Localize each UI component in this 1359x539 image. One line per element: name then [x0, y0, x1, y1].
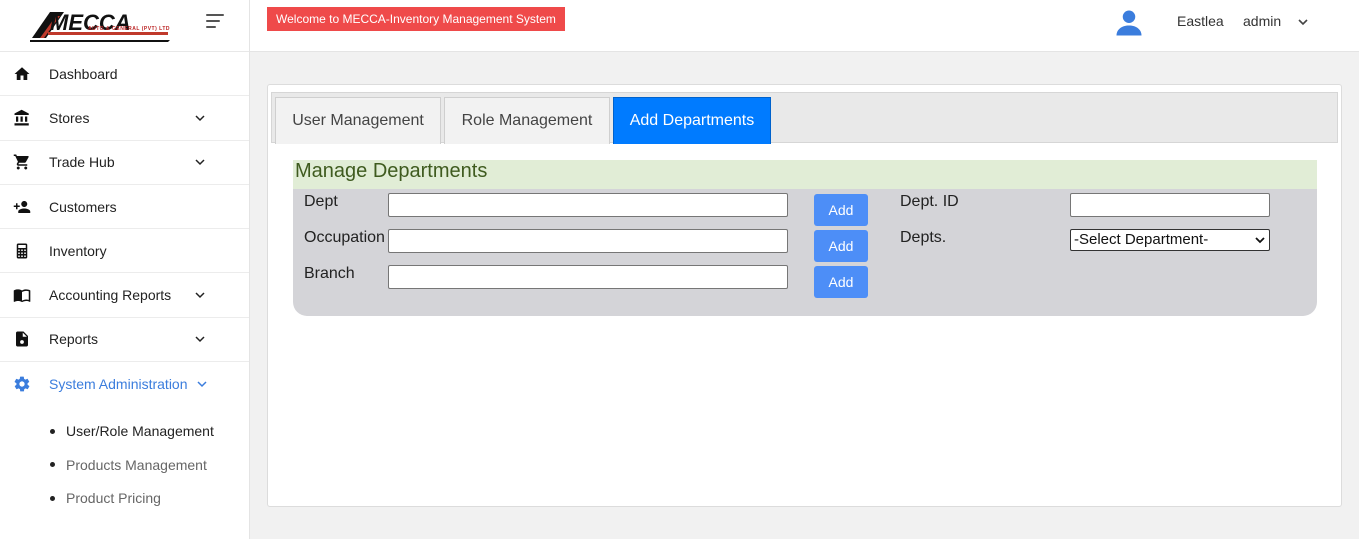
sidebar-item-label: Customers — [49, 198, 117, 215]
sidebar-item-label: Reports — [49, 331, 99, 348]
sidebar-item-stores[interactable]: Stores — [0, 96, 249, 141]
chevron-down-icon — [195, 292, 205, 299]
menu-toggle-icon[interactable] — [206, 14, 226, 34]
sidebar-item-customers[interactable]: Customers — [0, 185, 249, 230]
main-card: User Management Role Management Add Depa… — [267, 84, 1342, 507]
book-icon — [13, 289, 31, 303]
file-icon — [16, 331, 28, 347]
chevron-down-icon — [195, 159, 205, 166]
sidebar-item-dashboard[interactable]: Dashboard — [0, 52, 249, 97]
sidebar-item-trade-hub[interactable]: Trade Hub — [0, 141, 249, 185]
subitem-product-pricing[interactable]: Product Pricing — [0, 481, 249, 515]
add-dept-button[interactable]: Add — [814, 194, 868, 226]
sidebar-item-label: Accounting Reports — [49, 287, 172, 304]
welcome-banner: Welcome to MECCA-Inventory Management Sy… — [267, 7, 565, 31]
manage-departments-panel: Manage Departments Dept Add Occupation A… — [293, 160, 1317, 316]
dept-id-input[interactable] — [1070, 193, 1270, 217]
user-avatar-icon[interactable] — [1114, 8, 1144, 38]
occupation-input[interactable] — [388, 229, 788, 253]
sidebar-item-label: Dashboard — [49, 65, 118, 82]
panel-title: Manage Departments — [293, 160, 1317, 189]
sidebar-item-label: Inventory — [49, 242, 107, 259]
subitem-label: Products Management — [66, 456, 207, 473]
chevron-down-icon[interactable] — [1297, 16, 1309, 28]
sidebar-item-accounting-reports[interactable]: Accounting Reports — [0, 273, 249, 318]
depts-label: Depts. — [900, 229, 947, 246]
subitem-user-role-management[interactable]: User/Role Management — [0, 414, 249, 448]
username[interactable]: admin — [1243, 13, 1281, 29]
depts-select[interactable]: -Select Department- — [1070, 229, 1270, 251]
chevron-down-icon — [195, 115, 205, 121]
subitem-label: User/Role Management — [66, 423, 214, 440]
tab-add-departments[interactable]: Add Departments — [613, 97, 771, 144]
cart-icon — [13, 154, 29, 170]
tab-bar: User Management Role Management Add Depa… — [271, 92, 1338, 144]
sidebar-item-label: Trade Hub — [49, 154, 115, 171]
dept-id-label: Dept. ID — [900, 193, 959, 210]
branch-label: Branch — [304, 265, 355, 282]
sidebar: MECCA AUTO & GENERAL (PVT) LTD Dashboard… — [0, 0, 250, 539]
branch-input[interactable] — [388, 265, 788, 289]
chevron-down-icon — [1255, 237, 1265, 244]
dept-input[interactable] — [388, 193, 788, 217]
occupation-label: Occupation — [304, 229, 385, 246]
sidebar-item-reports[interactable]: Reports — [0, 318, 249, 363]
add-occupation-button[interactable]: Add — [814, 230, 868, 262]
mecca-logo[interactable]: MECCA — [30, 8, 170, 42]
subitem-label: Product Pricing — [66, 490, 161, 507]
sidebar-item-system-administration[interactable]: System Administration — [0, 362, 249, 406]
calculator-icon — [16, 243, 28, 259]
bullet-icon — [50, 495, 55, 501]
gear-icon — [14, 376, 30, 392]
top-bar: Welcome to MECCA-Inventory Management Sy… — [250, 0, 1359, 52]
sidebar-item-label: System Administration — [49, 376, 188, 393]
person-add-icon — [13, 200, 31, 213]
tab-role-management[interactable]: Role Management — [444, 97, 610, 144]
sidebar-item-label: Stores — [49, 109, 90, 126]
branch-name: Eastlea — [1177, 13, 1224, 29]
dept-label: Dept — [304, 193, 338, 210]
subitem-products-management[interactable]: Products Management — [0, 448, 249, 482]
system-admin-submenu: User/Role Management Products Management… — [0, 406, 249, 539]
chevron-down-icon — [197, 381, 207, 388]
home-icon — [14, 66, 30, 80]
sidebar-nav: Dashboard Stores Trade Hub Customers Inv… — [0, 52, 249, 406]
logo-area: MECCA AUTO & GENERAL (PVT) LTD — [0, 0, 249, 52]
bank-icon — [14, 109, 29, 126]
chevron-down-icon — [195, 336, 205, 343]
add-branch-button[interactable]: Add — [814, 266, 868, 298]
sidebar-item-inventory[interactable]: Inventory — [0, 229, 249, 274]
depts-select-value: -Select Department- — [1074, 231, 1209, 248]
bullet-icon — [50, 462, 55, 468]
bullet-icon — [50, 428, 55, 434]
tab-user-management[interactable]: User Management — [275, 97, 441, 144]
logo-subtitle: AUTO & GENERAL (PVT) LTD — [88, 26, 170, 32]
